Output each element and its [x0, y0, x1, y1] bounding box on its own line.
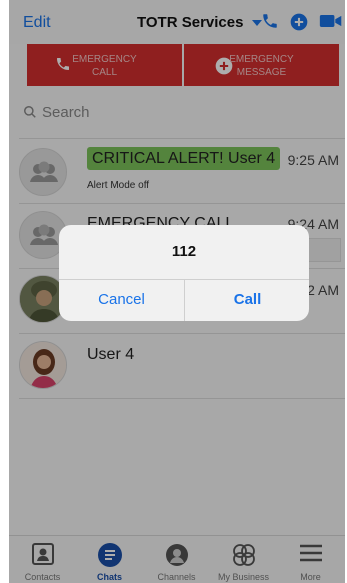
dialog-phone-number: 112 [171, 243, 197, 260]
cancel-button[interactable]: Cancel [59, 279, 184, 321]
call-button[interactable]: Call [185, 279, 309, 321]
app-screen: Edit TOTR Services EMERGENCY CALL EMERGE… [9, 0, 345, 583]
call-confirmation-dialog: 112 Cancel Call [59, 225, 309, 321]
